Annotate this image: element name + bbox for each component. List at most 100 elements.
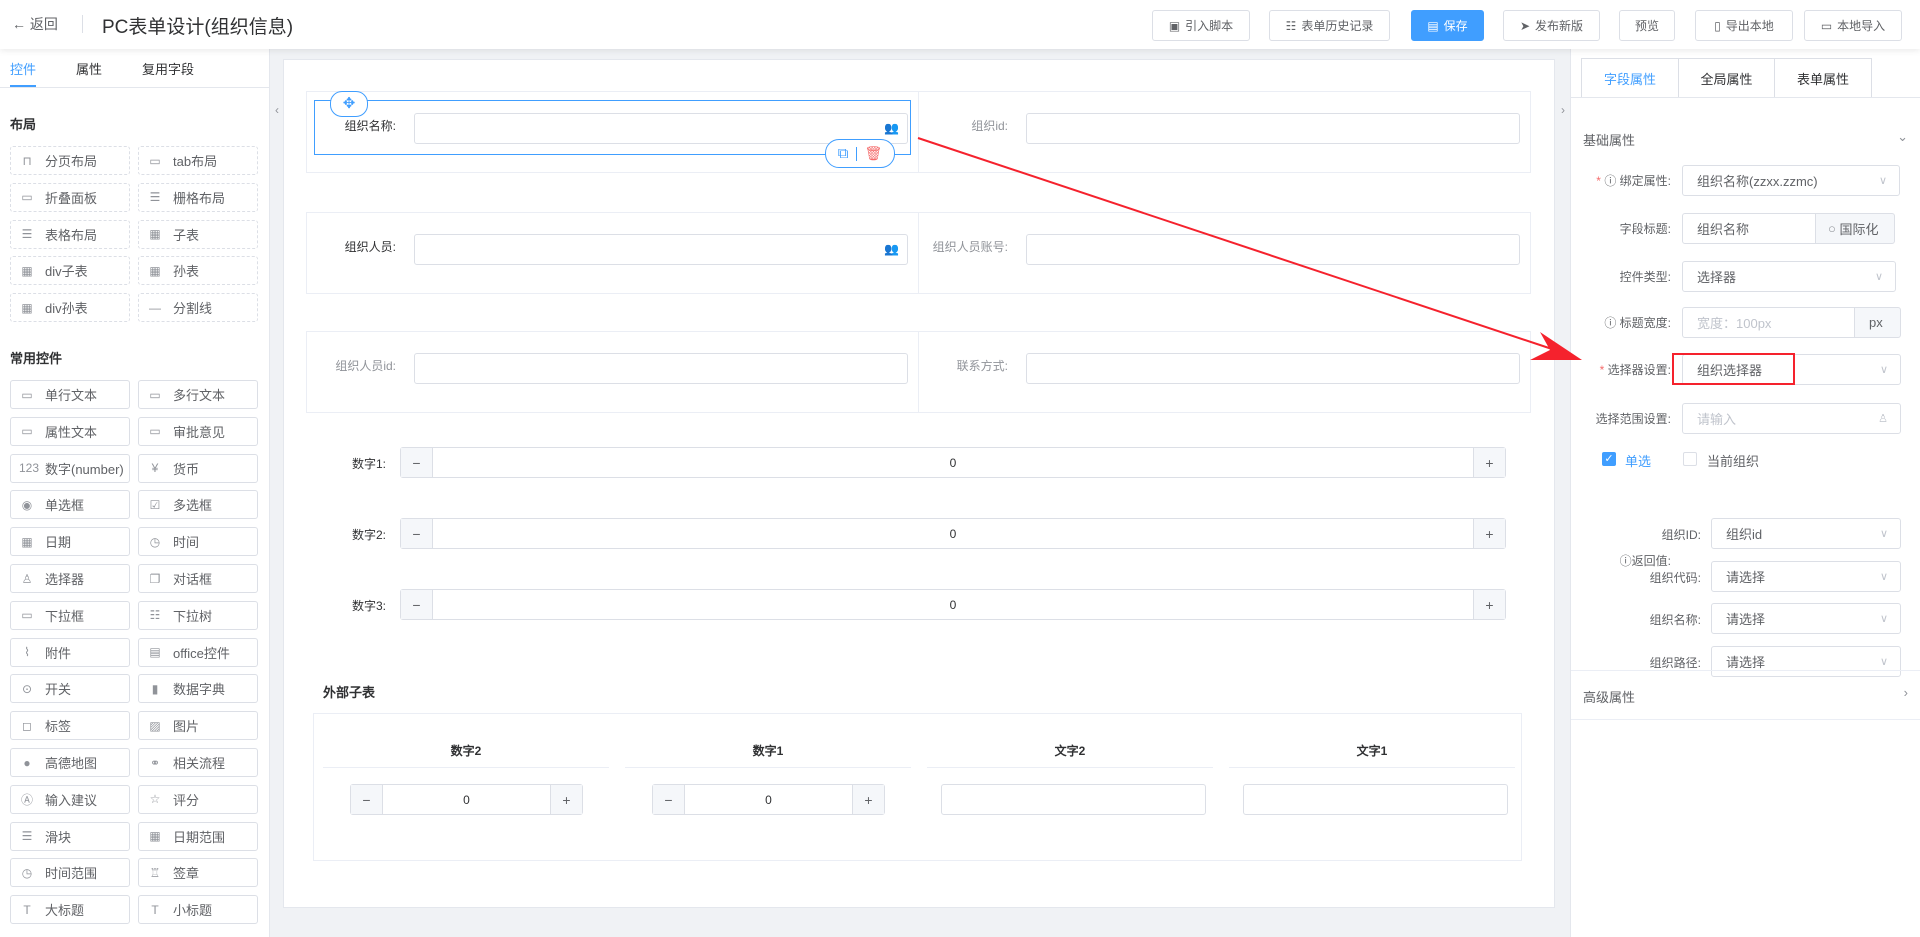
palette-item-layout[interactable]: ▦ div子表 <box>10 256 130 286</box>
chevron-down-icon[interactable]: ⌄ <box>1897 129 1908 145</box>
palette-item-common[interactable]: ☑ 多选框 <box>138 490 258 520</box>
field-input[interactable] <box>1026 113 1520 144</box>
palette-item-layout[interactable]: ▭ tab布局 <box>138 146 258 175</box>
save-button[interactable]: ▤ 保存 <box>1411 10 1484 41</box>
palette-item-common[interactable]: T 小标题 <box>138 895 258 925</box>
move-handle-icon[interactable]: ✥ <box>330 91 368 117</box>
collapse-right-icon[interactable]: › <box>1558 90 1568 130</box>
palette-item-common[interactable]: T 大标题 <box>10 895 130 925</box>
palette-item-common[interactable]: ▭ 多行文本 <box>138 380 258 409</box>
plus-button[interactable]: + <box>1473 519 1505 548</box>
tab-global-properties[interactable]: 全局属性 <box>1678 58 1775 98</box>
bind-select[interactable]: 组织名称(zzxx.zzmc) ∨ <box>1682 165 1900 196</box>
number-stepper[interactable]: −0 + <box>400 518 1506 549</box>
chevron-right-icon[interactable]: › <box>1904 685 1908 700</box>
back-button[interactable]: ← 返回 <box>12 14 58 34</box>
return-field-select[interactable]: 请选择 ∨ <box>1711 560 1901 592</box>
copy-icon[interactable]: ⧉ <box>838 145 849 162</box>
number-value[interactable]: 0 <box>433 456 1473 470</box>
number-stepper[interactable]: −0 + <box>350 784 583 815</box>
number-stepper[interactable]: −0 + <box>652 784 885 815</box>
palette-item-common[interactable]: ❐ 对话框 <box>138 564 258 593</box>
import-script-button[interactable]: ▣ 引入脚本 <box>1152 10 1250 41</box>
palette-item-common[interactable]: ☰ 滑块 <box>10 821 130 851</box>
text-input[interactable] <box>1243 784 1508 815</box>
i18n-button[interactable]: ○ 国际化 <box>1815 213 1895 244</box>
number-stepper[interactable]: −0 + <box>400 447 1506 478</box>
field-input[interactable] <box>1026 234 1520 265</box>
single-checkbox[interactable]: ✓ <box>1602 452 1616 466</box>
palette-item-layout[interactable]: ▭ 折叠面板 <box>10 182 130 212</box>
palette-item-common[interactable]: ⌇ 附件 <box>10 637 130 667</box>
number-value[interactable]: 0 <box>433 598 1473 612</box>
number-stepper[interactable]: −0 + <box>400 589 1506 620</box>
palette-item-layout[interactable]: ▦ 孙表 <box>138 256 258 286</box>
plus-button[interactable]: + <box>1473 590 1505 619</box>
basic-properties-heading[interactable]: 基础属性 <box>1583 130 1635 149</box>
tab-field-properties[interactable]: 字段属性 <box>1581 58 1679 98</box>
palette-item-common[interactable]: ▮ 数据字典 <box>138 674 258 704</box>
tab-controls[interactable]: 控件 <box>10 59 36 78</box>
palette-item-common[interactable]: ☷ 下拉树 <box>138 600 258 630</box>
palette-item-common[interactable]: ● 高德地图 <box>10 748 130 777</box>
control-type-select[interactable]: 选择器 ∨ <box>1682 261 1896 292</box>
palette-item-layout[interactable]: ▦ 子表 <box>138 219 258 249</box>
palette-item-common[interactable]: Ⓐ 输入建议 <box>10 784 130 814</box>
text-input[interactable] <box>941 784 1206 815</box>
advanced-properties-heading[interactable]: 高级属性 <box>1583 687 1635 706</box>
plus-button[interactable]: + <box>852 785 884 814</box>
palette-item-common[interactable]: ▭ 属性文本 <box>10 416 130 446</box>
palette-item-common[interactable]: ☆ 评分 <box>138 784 258 814</box>
return-field-select[interactable]: 组织id ∨ <box>1711 518 1901 549</box>
return-field-select[interactable]: 请选择 ∨ <box>1711 603 1901 634</box>
tab-reuse-fields[interactable]: 复用字段 <box>142 59 194 78</box>
palette-item-common[interactable]: ▤ office控件 <box>138 637 258 667</box>
return-field-select[interactable]: 请选择 ∨ <box>1711 645 1901 677</box>
number-value[interactable]: 0 <box>685 793 852 807</box>
plus-button[interactable]: + <box>1473 448 1505 477</box>
range-setting-input[interactable]: 请输入 ♙ <box>1682 403 1901 434</box>
title-width-input[interactable]: 宽度：100px <box>1682 307 1855 338</box>
minus-button[interactable]: − <box>653 785 685 814</box>
number-value[interactable]: 0 <box>433 527 1473 541</box>
palette-item-common[interactable]: ◷ 时间 <box>138 527 258 557</box>
plus-button[interactable]: + <box>550 785 582 814</box>
field-input[interactable] <box>1026 353 1520 384</box>
palette-item-layout[interactable]: — 分割线 <box>138 293 258 323</box>
palette-item-layout[interactable]: ☰ 栅格布局 <box>138 182 258 212</box>
palette-item-layout[interactable]: ⊓ 分页布局 <box>10 146 130 175</box>
preview-button[interactable]: 预览 <box>1619 10 1675 41</box>
minus-button[interactable]: − <box>401 448 433 477</box>
palette-item-common[interactable]: ⚭ 相关流程 <box>138 748 258 777</box>
palette-item-common[interactable]: ▭ 下拉框 <box>10 600 130 630</box>
number-value[interactable]: 0 <box>383 793 550 807</box>
export-button[interactable]: ▯ 导出本地 <box>1695 10 1793 41</box>
field-title-input[interactable]: 组织名称 <box>1682 213 1816 244</box>
palette-item-common[interactable]: ♙ 选择器 <box>10 564 130 593</box>
palette-item-common[interactable]: ¥ 货币 <box>138 453 258 483</box>
palette-item-common[interactable]: ▦ 日期范围 <box>138 821 258 851</box>
delete-icon[interactable]: 🗑 <box>864 145 882 162</box>
field-input[interactable]: 👥 <box>414 234 908 265</box>
publish-button[interactable]: ➤ 发布新版 <box>1503 10 1600 41</box>
minus-button[interactable]: − <box>401 519 433 548</box>
palette-item-common[interactable]: ◉ 单选框 <box>10 490 130 520</box>
minus-button[interactable]: − <box>401 590 433 619</box>
tab-properties[interactable]: 属性 <box>76 59 102 78</box>
palette-item-common[interactable]: ▭ 审批意见 <box>138 416 258 446</box>
palette-item-common[interactable]: ⊙ 开关 <box>10 674 130 704</box>
tab-form-properties[interactable]: 表单属性 <box>1774 58 1872 98</box>
palette-item-common[interactable]: ▦ 日期 <box>10 527 130 557</box>
palette-item-common[interactable]: ♖ 签章 <box>138 858 258 888</box>
collapse-left-icon[interactable]: ‹ <box>272 90 282 130</box>
palette-item-layout[interactable]: ▦ div孙表 <box>10 293 130 323</box>
palette-item-layout[interactable]: ☰ 表格布局 <box>10 219 130 249</box>
import-button[interactable]: ▭ 本地导入 <box>1804 10 1902 41</box>
history-button[interactable]: ☷ 表单历史记录 <box>1269 10 1390 41</box>
palette-item-common[interactable]: ◻ 标签 <box>10 711 130 741</box>
palette-item-common[interactable]: ◷ 时间范围 <box>10 858 130 888</box>
palette-item-common[interactable]: ▭ 单行文本 <box>10 380 130 409</box>
current-org-checkbox[interactable] <box>1683 452 1697 466</box>
field-input[interactable] <box>414 353 908 384</box>
palette-item-common[interactable]: 123 数字(number) <box>10 453 130 483</box>
